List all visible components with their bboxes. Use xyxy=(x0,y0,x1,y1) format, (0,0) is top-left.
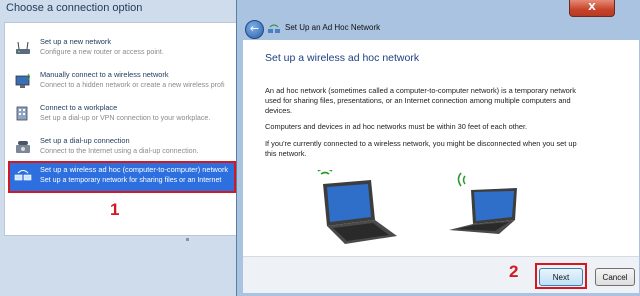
step-marker-2: 2 xyxy=(509,262,519,281)
router-icon xyxy=(16,41,30,54)
warning-paragraph: If you're currently connected to a wirel… xyxy=(265,139,577,158)
step-marker-1: 1 xyxy=(110,200,120,219)
option-desc: Connect to the Internet using a dial-up … xyxy=(40,147,199,155)
wizard-content: Set up a wireless ad hoc network An ad h… xyxy=(243,40,639,256)
next-button[interactable]: Next xyxy=(539,268,583,286)
wizard-header: ← Set Up an Ad Hoc Network xyxy=(243,19,635,39)
resize-grip xyxy=(186,238,189,241)
options-list: Set up a new network Configure a new rou… xyxy=(4,22,238,236)
back-window-title: Choose a connection option xyxy=(6,2,143,14)
page-title: Set up a wireless ad hoc network xyxy=(265,52,420,64)
option-desc: Connect to a hidden network or create a … xyxy=(40,81,225,89)
option-adhoc-network[interactable]: Set up a wireless ad hoc (computer-to-co… xyxy=(8,161,236,193)
adhoc-network-icon xyxy=(14,170,32,181)
network-wizard-icon xyxy=(268,24,280,33)
cancel-button[interactable]: Cancel xyxy=(595,268,635,286)
option-desc: Configure a new router or access point. xyxy=(40,48,164,56)
workplace-icon xyxy=(16,106,28,121)
option-title: Set up a new network xyxy=(40,37,112,46)
wireless-monitor-icon xyxy=(15,73,30,88)
title-bar: X xyxy=(237,0,640,18)
option-title: Connect to a workplace xyxy=(40,103,118,112)
back-arrow-icon[interactable]: ← xyxy=(245,20,264,39)
option-workplace[interactable]: Connect to a workplace Set up a dial-up … xyxy=(10,101,234,129)
adhoc-wizard-window: X ← Set Up an Ad Hoc Network Set up a wi… xyxy=(236,0,640,296)
intro-paragraph: An ad hoc network (sometimes called a co… xyxy=(265,86,576,115)
option-manual-wireless[interactable]: Manually connect to a wireless network C… xyxy=(10,68,234,96)
option-desc: Set up a temporary network for sharing f… xyxy=(40,176,222,184)
distance-paragraph: Computers and devices in ad hoc networks… xyxy=(265,122,528,131)
option-title: Manually connect to a wireless network xyxy=(40,70,169,79)
option-dialup[interactable]: Set up a dial-up connection Connect to t… xyxy=(10,134,234,162)
phone-icon xyxy=(16,141,30,153)
option-desc: Set up a dial-up or VPN connection to yo… xyxy=(40,114,211,122)
laptop-right-icon xyxy=(449,172,517,234)
option-title: Set up a wireless ad hoc (computer-to-co… xyxy=(40,165,229,174)
laptop-left-icon xyxy=(317,170,397,244)
wizard-footer: Next Cancel xyxy=(243,256,639,293)
connection-options-window: Choose a connection option Set up a new … xyxy=(0,0,262,296)
option-title: Set up a dial-up connection xyxy=(40,136,130,145)
option-new-network[interactable]: Set up a new network Configure a new rou… xyxy=(10,35,234,63)
wizard-window-title: Set Up an Ad Hoc Network xyxy=(285,23,381,32)
close-button[interactable]: X xyxy=(569,0,615,17)
